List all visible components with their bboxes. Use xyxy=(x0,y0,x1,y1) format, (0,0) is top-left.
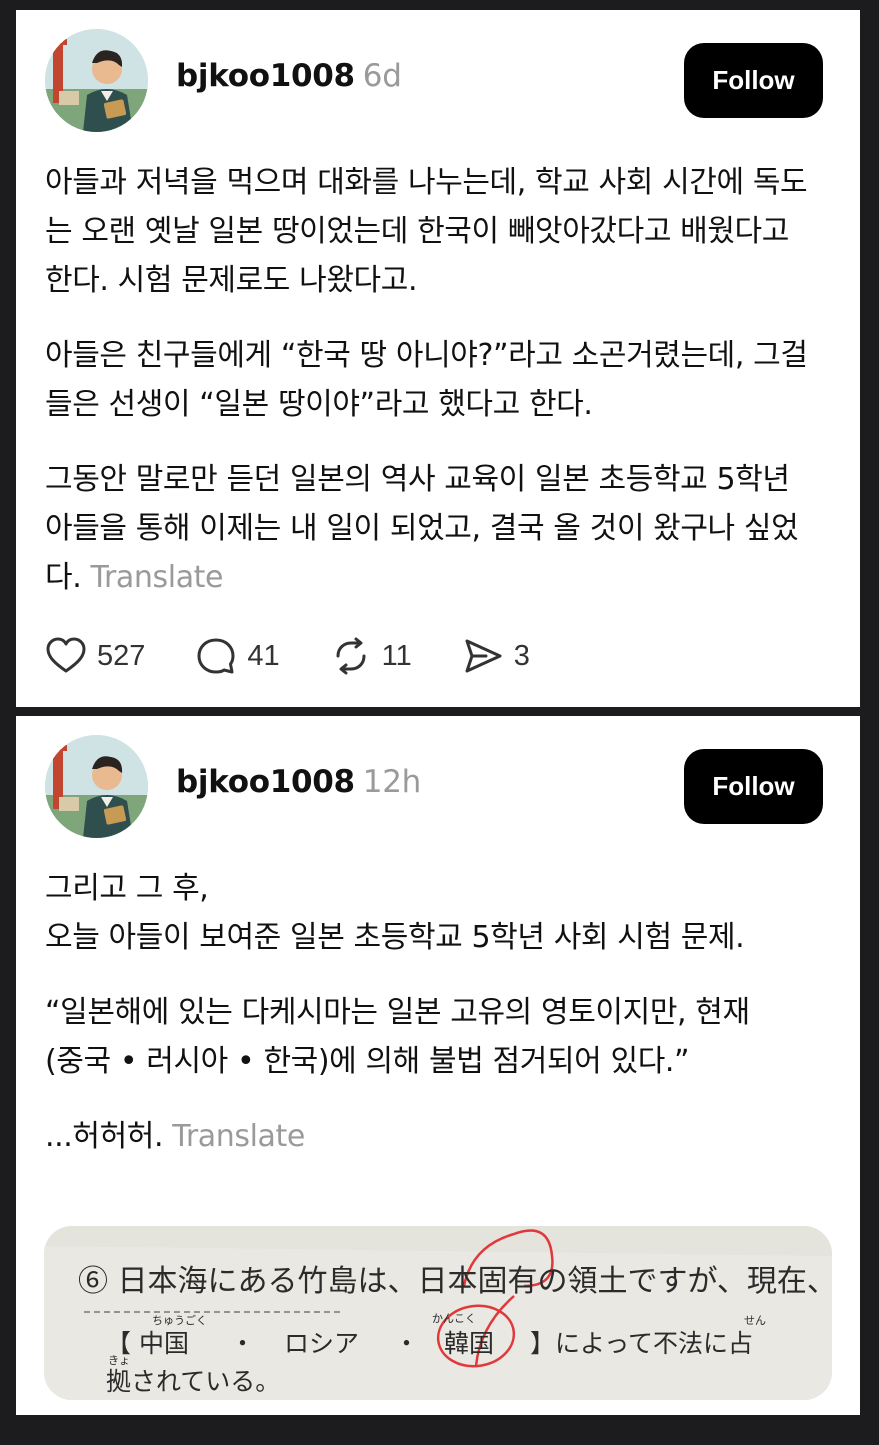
comment-button[interactable]: 41 xyxy=(195,636,280,676)
exam-dot: ・ xyxy=(230,1329,256,1358)
post-paragraph: 그리고 그 후, 오늘 아들이 보여준 일본 초등학교 5학년 사회 시험 문제… xyxy=(45,864,790,962)
translate-link[interactable]: Translate xyxy=(90,560,223,595)
post-paragraph-text: ...허허허. xyxy=(45,1119,164,1154)
post-paragraph: 그동안 말로만 듣던 일본의 역사 교육이 일본 초등학교 5학년 아들을 통해… xyxy=(45,455,820,602)
share-icon xyxy=(465,639,502,673)
exam-option-3: 韓国 xyxy=(444,1329,495,1358)
avatar[interactable] xyxy=(45,735,148,838)
post-card-2: bjkoo1008 12h Follow 그리고 그 후, 오늘 아들이 보여준 … xyxy=(16,716,860,1415)
follow-button[interactable]: Follow xyxy=(684,43,823,118)
share-button[interactable]: 3 xyxy=(462,636,530,676)
avatar-illustration xyxy=(45,29,148,132)
exam-option-2: ロシア xyxy=(284,1329,360,1358)
exam-line-3: 拠されている。 xyxy=(106,1367,281,1396)
comment-count: 41 xyxy=(247,639,280,672)
post-paragraph: ...허허허. Translate xyxy=(45,1112,790,1161)
avatar[interactable] xyxy=(45,29,148,132)
post-paragraph-line: 오늘 아들이 보여준 일본 초등학교 5학년 사회 시험 문제. xyxy=(45,920,745,955)
post-body: 아들과 저녁을 먹으며 대화를 나누는데, 학교 사회 시간에 독도는 오랜 옛… xyxy=(45,158,820,628)
post-paragraph: 아들과 저녁을 먹으며 대화를 나누는데, 학교 사회 시간에 독도는 오랜 옛… xyxy=(45,165,808,298)
follow-button[interactable]: Follow xyxy=(684,749,823,824)
username-label[interactable]: bjkoo1008 xyxy=(176,58,355,94)
post-time: 6d xyxy=(362,58,402,94)
heart-icon xyxy=(46,637,86,673)
like-button[interactable]: 527 xyxy=(45,636,145,676)
post-body: 그리고 그 후, 오늘 아들이 보여준 일본 초등학교 5학년 사회 시험 문제… xyxy=(45,864,790,1187)
exam-dot: ・ xyxy=(394,1329,420,1358)
exam-question-photo[interactable]: ⑥ 日本海にある竹島は、日本固有の領土ですが、現在、 ちゅうごく かんこく せん… xyxy=(44,1226,832,1400)
repost-button[interactable]: 11 xyxy=(330,636,412,676)
share-count: 3 xyxy=(513,639,530,672)
post-actions: 527 41 11 3 xyxy=(45,634,580,678)
comment-icon xyxy=(197,638,235,674)
exam-line-1: ⑥ 日本海にある竹島は、日本固有の領土ですが、現在、 xyxy=(78,1264,832,1299)
post-card-1: bjkoo1008 6d Follow 아들과 저녁을 먹으며 대화를 나누는데,… xyxy=(16,10,860,707)
like-count: 527 xyxy=(97,639,146,672)
post-paragraph: 아들은 친구들에게 “한국 땅 아니야?”라고 소곤거렸는데, 그걸 들은 선생… xyxy=(45,338,808,422)
post-paragraph-line: 그리고 그 후, xyxy=(45,871,209,906)
repost-count: 11 xyxy=(381,639,412,672)
username[interactable]: bjkoo1008 12h xyxy=(176,764,421,800)
translate-link[interactable]: Translate xyxy=(172,1119,305,1154)
post-paragraph: “일본해에 있는 다케시마는 일본 고유의 영토이지만, 현재 (중국 • 러시… xyxy=(45,995,750,1079)
post-time: 12h xyxy=(362,764,422,800)
repost-icon xyxy=(336,637,366,675)
username[interactable]: bjkoo1008 6d xyxy=(176,58,402,94)
exam-line-2-tail: 】によって不法に占 xyxy=(530,1329,754,1358)
username-label[interactable]: bjkoo1008 xyxy=(176,764,355,800)
avatar-illustration xyxy=(45,735,148,838)
